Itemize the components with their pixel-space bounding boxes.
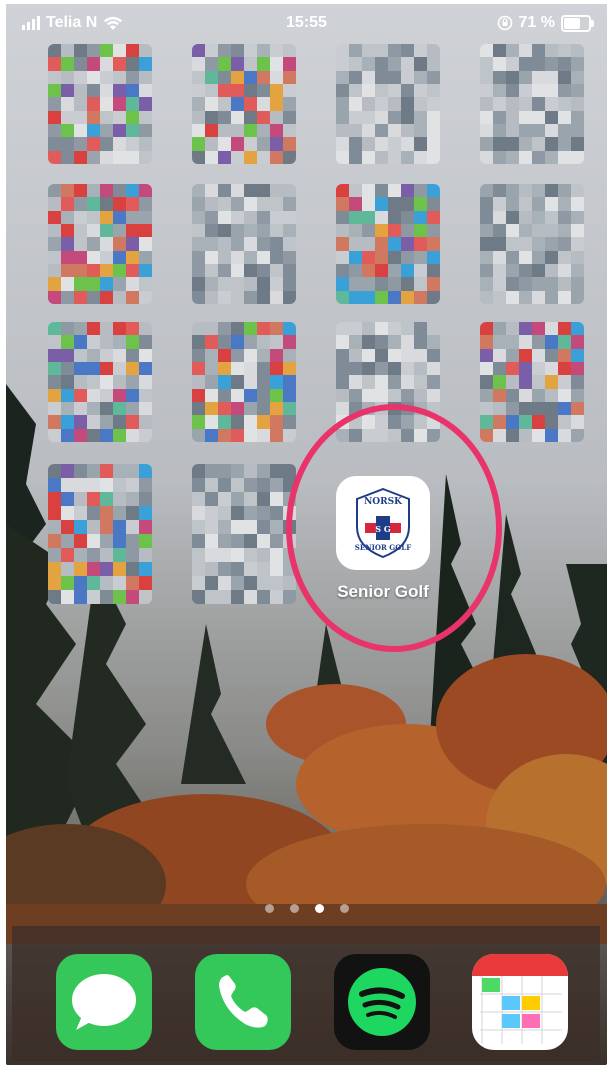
battery-icon bbox=[561, 14, 594, 32]
obscured-app-icon[interactable] bbox=[48, 464, 152, 604]
battery-group: 71 % bbox=[497, 14, 594, 32]
obscured-app-icon[interactable] bbox=[480, 44, 584, 164]
orientation-lock-icon bbox=[497, 15, 512, 31]
home-screen: Telia N 15:55 71 % NORSK S G SENIOR GOLF… bbox=[6, 4, 607, 1065]
obscured-app-icon[interactable] bbox=[192, 44, 296, 164]
obscured-app-icon[interactable] bbox=[480, 322, 584, 442]
obscured-app-icon[interactable] bbox=[480, 184, 584, 304]
obscured-app-icon[interactable] bbox=[48, 322, 152, 442]
speech-bubble-icon bbox=[72, 974, 136, 1030]
messages-icon[interactable] bbox=[56, 954, 152, 1050]
obscured-app-icon[interactable] bbox=[48, 184, 152, 304]
obscured-app-icon[interactable] bbox=[336, 184, 440, 304]
page-indicator[interactable] bbox=[6, 904, 607, 913]
obscured-app-icon[interactable] bbox=[336, 44, 440, 164]
battery-fill bbox=[564, 17, 580, 29]
obscured-app-icon[interactable] bbox=[192, 322, 296, 442]
senior-golf-app-icon[interactable]: NORSK S G SENIOR GOLF bbox=[336, 476, 430, 570]
phone-icon[interactable] bbox=[195, 954, 291, 1050]
calendar-icon[interactable] bbox=[472, 954, 568, 1050]
spotify-logo-icon bbox=[348, 968, 416, 1036]
phone-handset-icon bbox=[219, 975, 268, 1028]
page-dot[interactable] bbox=[339, 904, 349, 913]
page-dot-current[interactable] bbox=[314, 904, 324, 913]
norsk-senior-golf-logo-icon: NORSK S G SENIOR GOLF bbox=[355, 487, 411, 559]
obscured-app-icon[interactable] bbox=[192, 464, 296, 604]
page-dot[interactable] bbox=[264, 904, 274, 913]
spotify-icon[interactable] bbox=[334, 954, 430, 1050]
senior-golf-app-label: Senior Golf bbox=[337, 582, 429, 601]
dock bbox=[12, 926, 600, 1061]
logo-bottom-text: SENIOR GOLF bbox=[355, 543, 411, 552]
logo-monogram: S G bbox=[375, 524, 391, 534]
obscured-app-icon[interactable] bbox=[48, 44, 152, 164]
calendar-grid-icon bbox=[472, 954, 568, 1044]
obscured-app-icon[interactable] bbox=[192, 184, 296, 304]
battery-percent: 71 % bbox=[518, 14, 555, 31]
logo-top-text: NORSK bbox=[364, 497, 403, 507]
page-dot[interactable] bbox=[289, 904, 299, 913]
status-bar: Telia N 15:55 71 % bbox=[6, 4, 607, 44]
